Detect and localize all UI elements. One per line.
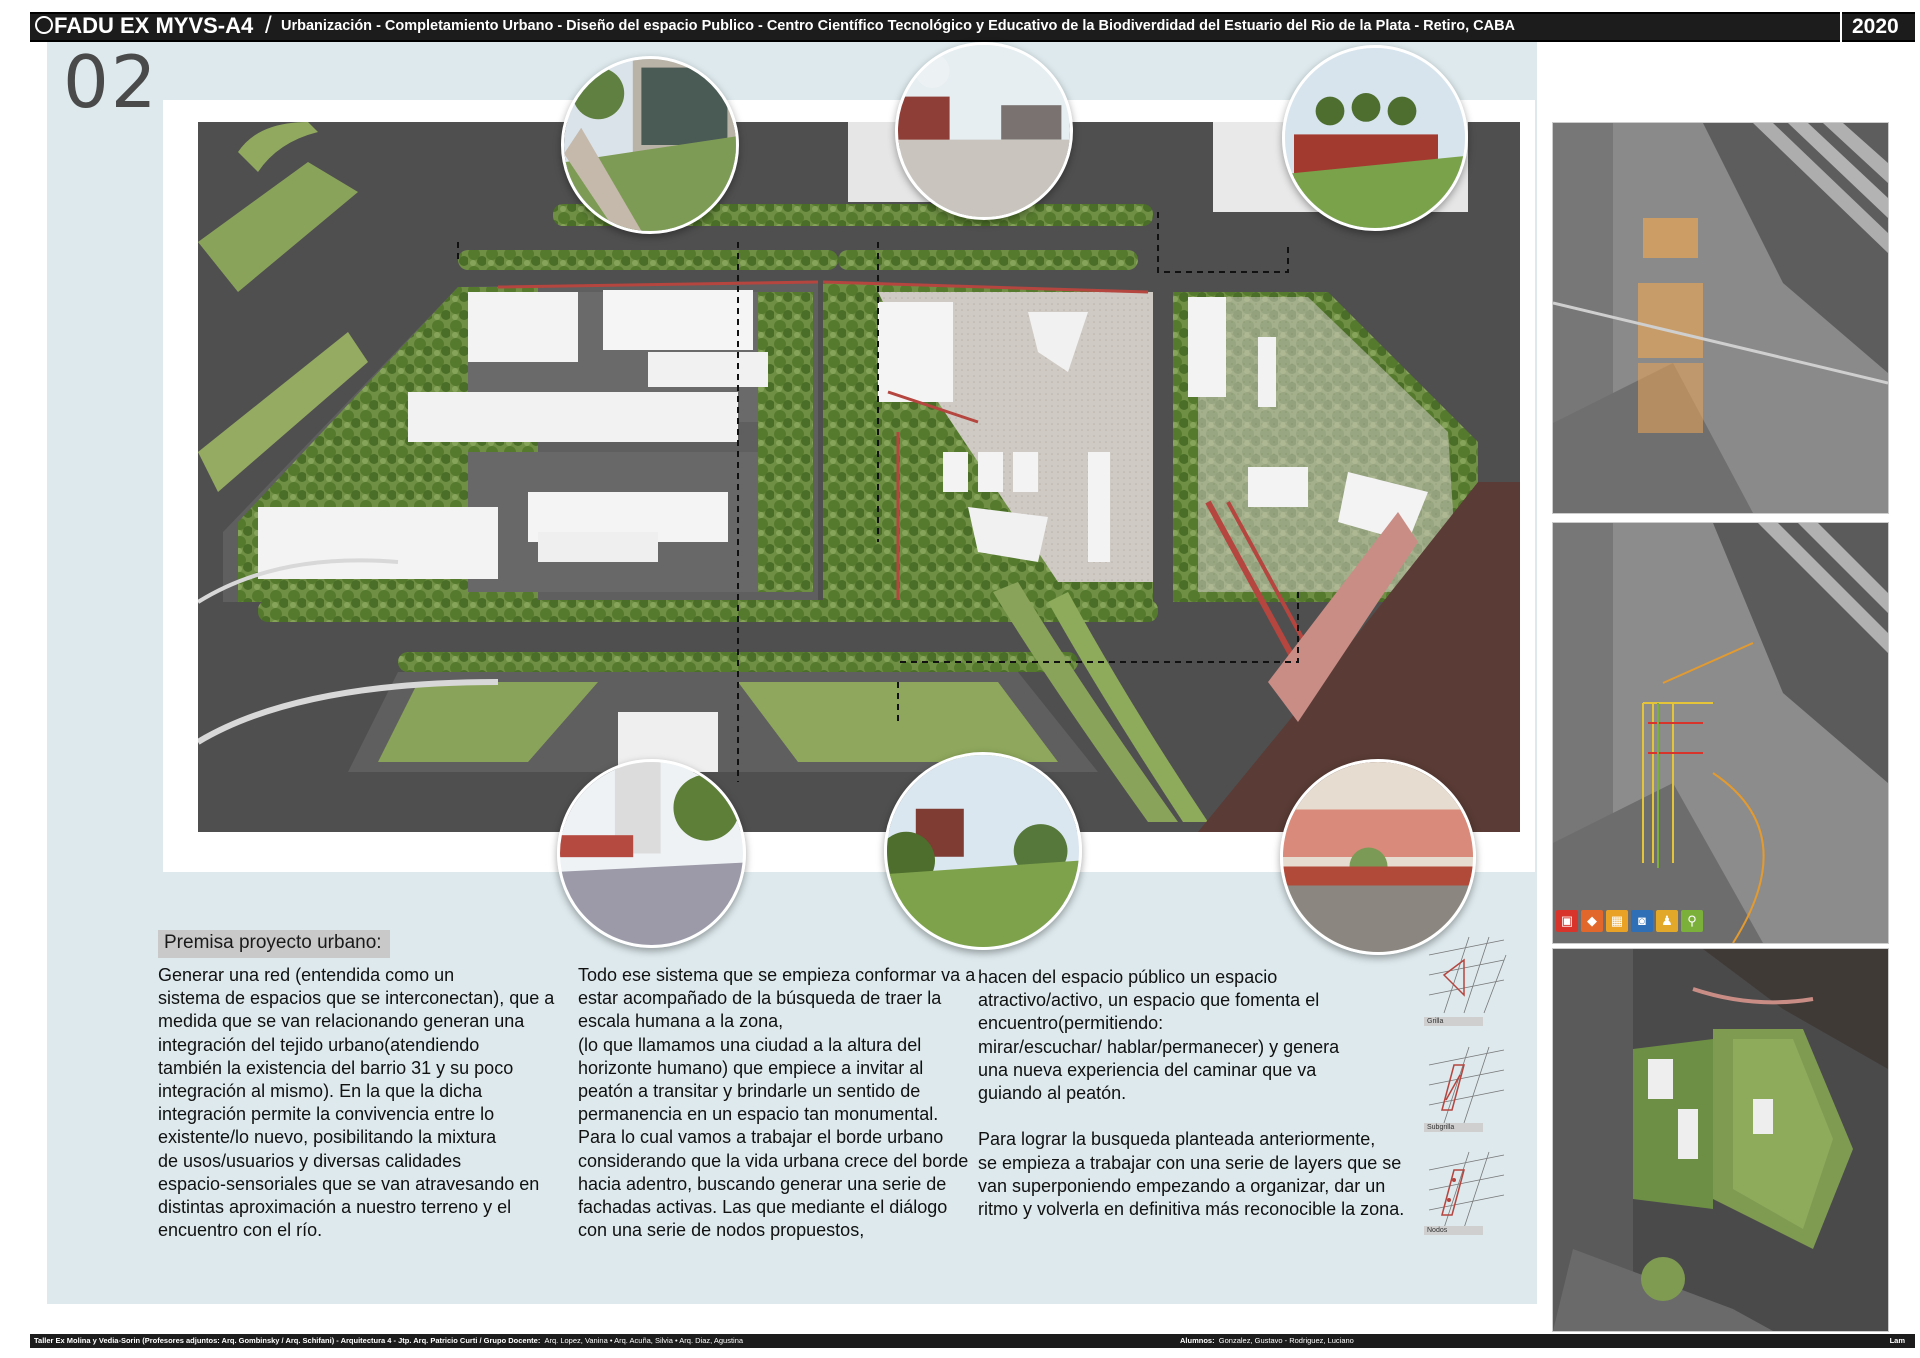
grid-layer-diagram bbox=[1428, 936, 1507, 1014]
site-plan bbox=[198, 122, 1520, 832]
bicycle-icon: ⚲ bbox=[1681, 910, 1703, 932]
premise-title: Premisa proyecto urbano: bbox=[158, 930, 390, 958]
year-separator bbox=[1840, 12, 1842, 42]
year: 2020 bbox=[1852, 15, 1899, 38]
subway-icon: ◙ bbox=[1631, 910, 1653, 932]
footer: Taller Ex Molina y Vedia-Sorin (Profesor… bbox=[30, 1334, 1915, 1348]
site-plan-render bbox=[198, 122, 1520, 832]
layer-label-grilla: Grilla bbox=[1424, 1017, 1483, 1026]
footer-credits: Taller Ex Molina y Vedia-Sorin (Profesor… bbox=[34, 1334, 743, 1348]
subgrid-layer-diagram bbox=[1428, 1046, 1505, 1124]
document-title: FADU EX MYVS-A4 bbox=[54, 13, 254, 38]
masterplan-render-image bbox=[1553, 949, 1888, 1331]
layer-diagram-grilla: Grilla bbox=[1424, 935, 1524, 1026]
page-number: 02 bbox=[63, 40, 159, 124]
university-seal-icon bbox=[35, 16, 53, 34]
title-separator: / bbox=[265, 12, 272, 39]
car-icon: ◆ bbox=[1581, 910, 1603, 932]
render-circle-plaza-terrace bbox=[561, 56, 739, 234]
masterplan-render bbox=[1552, 948, 1889, 1332]
aerial-map-mobility bbox=[1552, 522, 1889, 944]
render-circle-park-view bbox=[884, 752, 1082, 950]
footer-teachers: Arq. Lopez, Vanina • Arq. Acuña, Silvia … bbox=[544, 1336, 744, 1345]
mobility-legend: ▣ ◆ ▦ ◙ ♟ ⚲ bbox=[1556, 910, 1706, 936]
render-circle-open-plaza bbox=[895, 42, 1073, 220]
aerial-map-2-render bbox=[1553, 523, 1888, 943]
pedestrian-icon: ♟ bbox=[1656, 910, 1678, 932]
premise-text-col-2: Todo ese sistema que se empieza conforma… bbox=[578, 965, 976, 1241]
render-circle-active-facade bbox=[1280, 759, 1476, 955]
aerial-map-1-render bbox=[1553, 123, 1888, 513]
premise-text-col-3: hacen del espacio público un espacio atr… bbox=[978, 967, 1405, 1220]
header: FADU EX MYVS-A4 / Urbanización - Complet… bbox=[0, 0, 1920, 42]
render-circle-street-walk bbox=[557, 759, 746, 948]
train-icon: ▦ bbox=[1606, 910, 1628, 932]
footer-students: Alumnos: Gonzalez, Gustavo - Rodriguez, … bbox=[1180, 1334, 1354, 1348]
nodes-layer-diagram bbox=[1428, 1151, 1505, 1229]
footer-sheet-code: Lam bbox=[1889, 1336, 1905, 1345]
footer-workshop: Taller Ex Molina y Vedia-Sorin (Profesor… bbox=[34, 1336, 541, 1345]
render-circle-red-pavilion bbox=[1282, 45, 1468, 231]
layer-label-subgrilla: Subgrilla bbox=[1424, 1123, 1483, 1132]
layer-diagram-subgrilla: Subgrilla bbox=[1424, 1045, 1524, 1132]
layer-label-nodos: Nodos bbox=[1424, 1226, 1483, 1235]
document-subtitle: Urbanización - Completamiento Urbano - D… bbox=[281, 18, 1516, 34]
footer-students-label: Alumnos: bbox=[1180, 1336, 1215, 1345]
premise-text-col-1: Generar una red (entendida como un siste… bbox=[158, 965, 555, 1241]
bus-icon: ▣ bbox=[1556, 910, 1578, 932]
footer-students-names: Gonzalez, Gustavo - Rodriguez, Luciano bbox=[1218, 1336, 1354, 1345]
aerial-map-site-location bbox=[1552, 122, 1889, 514]
layer-diagram-nodos: Nodos bbox=[1424, 1150, 1524, 1235]
